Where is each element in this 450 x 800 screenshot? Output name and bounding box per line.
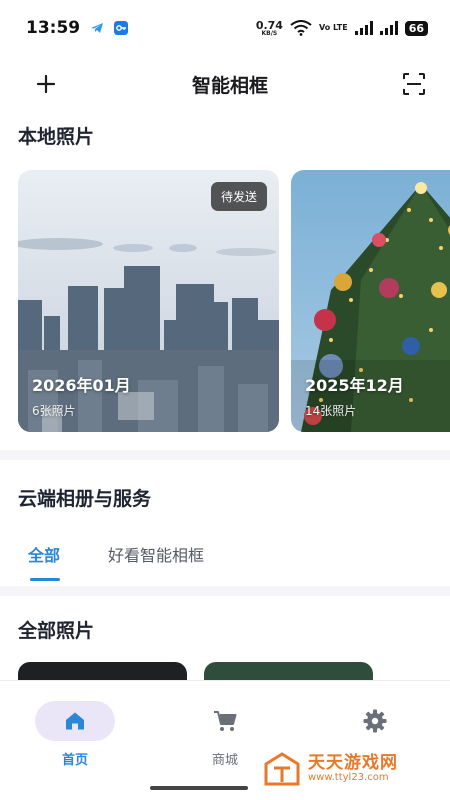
wifi-icon	[290, 20, 312, 36]
all-photos-title: 全部照片	[18, 620, 95, 642]
signal-icon-2	[379, 21, 398, 35]
telegram-icon	[91, 23, 104, 33]
album-count: 6张照片	[32, 404, 76, 418]
app-header: 智能相框	[0, 56, 450, 112]
cloud-section: 云端相册与服务 全部 好看智能相框	[0, 460, 450, 586]
net-speed: 0.74 KB/S	[256, 20, 283, 37]
scan-button[interactable]	[402, 72, 426, 96]
key-icon	[114, 21, 129, 35]
nav-home-label: 首页	[61, 753, 88, 768]
nav-shop-pill	[185, 701, 265, 741]
photo-thumb[interactable]	[18, 662, 187, 680]
net-speed-value: 0.74	[255, 18, 283, 32]
tab-haokan-frame[interactable]: 好看智能相框	[108, 542, 204, 566]
gear-icon	[363, 709, 387, 733]
cloud-section-title: 云端相册与服务	[18, 488, 152, 510]
watermark-main: 天天游戏网	[308, 752, 398, 773]
nav-shop-label: 商城	[211, 753, 238, 768]
nav-item-home[interactable]: 首页	[30, 701, 120, 768]
local-photos-title: 本地照片	[18, 126, 95, 148]
watermark-text: 天天游戏网 www.ttyl23.com	[308, 752, 398, 783]
watermark-sub: www.ttyl23.com	[308, 771, 389, 783]
add-button[interactable]	[34, 72, 58, 96]
cloud-tabs: 全部 好看智能相框	[0, 538, 450, 586]
plus-icon	[37, 75, 55, 93]
battery-indicator: 66	[404, 20, 428, 36]
status-left: 13:59	[26, 18, 129, 38]
nav-settings-pill	[335, 701, 415, 741]
album-card-2026-01[interactable]: 待发送 2026年01月 6张照片	[18, 170, 279, 432]
page-title: 智能相框	[191, 74, 268, 97]
album-carousel[interactable]: 待发送 2026年01月 6张照片 2025年12月 14张照片	[18, 170, 450, 432]
photo-thumb[interactable]	[204, 662, 373, 680]
active-tab-indicator	[30, 578, 60, 581]
album-count: 14张照片	[305, 404, 357, 418]
local-photos-section: 本地照片 待发送 2026年01月 6张照片 2025年12月 14张照片	[0, 112, 450, 450]
signal-icon	[354, 21, 373, 35]
album-name: 2025年12月	[305, 376, 404, 395]
all-photos-section: 全部照片	[0, 596, 450, 680]
album-name: 2026年01月	[32, 376, 131, 395]
album-card-2025-12[interactable]: 2025年12月 14张照片	[291, 170, 450, 432]
status-time: 13:59	[26, 18, 81, 38]
nav-item-shop[interactable]: 商城	[180, 701, 270, 768]
watermark-logo	[264, 752, 300, 786]
nav-item-settings[interactable]	[330, 701, 420, 741]
pending-send-badge: 待发送	[210, 182, 267, 211]
network-label: Vo LTE	[318, 23, 348, 32]
nav-home-pill	[35, 701, 115, 741]
net-speed-unit: KB/S	[261, 29, 278, 37]
tab-all[interactable]: 全部	[28, 542, 60, 566]
watermark: 天天游戏网 www.ttyl23.com	[262, 752, 398, 786]
status-bar: 13:59 0.74 KB/S Vo LTE 66	[0, 0, 450, 56]
home-icon	[66, 712, 84, 730]
scan-icon	[402, 73, 425, 95]
status-right: 0.74 KB/S Vo LTE 66	[256, 20, 428, 37]
cart-icon	[214, 711, 237, 731]
home-indicator	[150, 786, 248, 790]
